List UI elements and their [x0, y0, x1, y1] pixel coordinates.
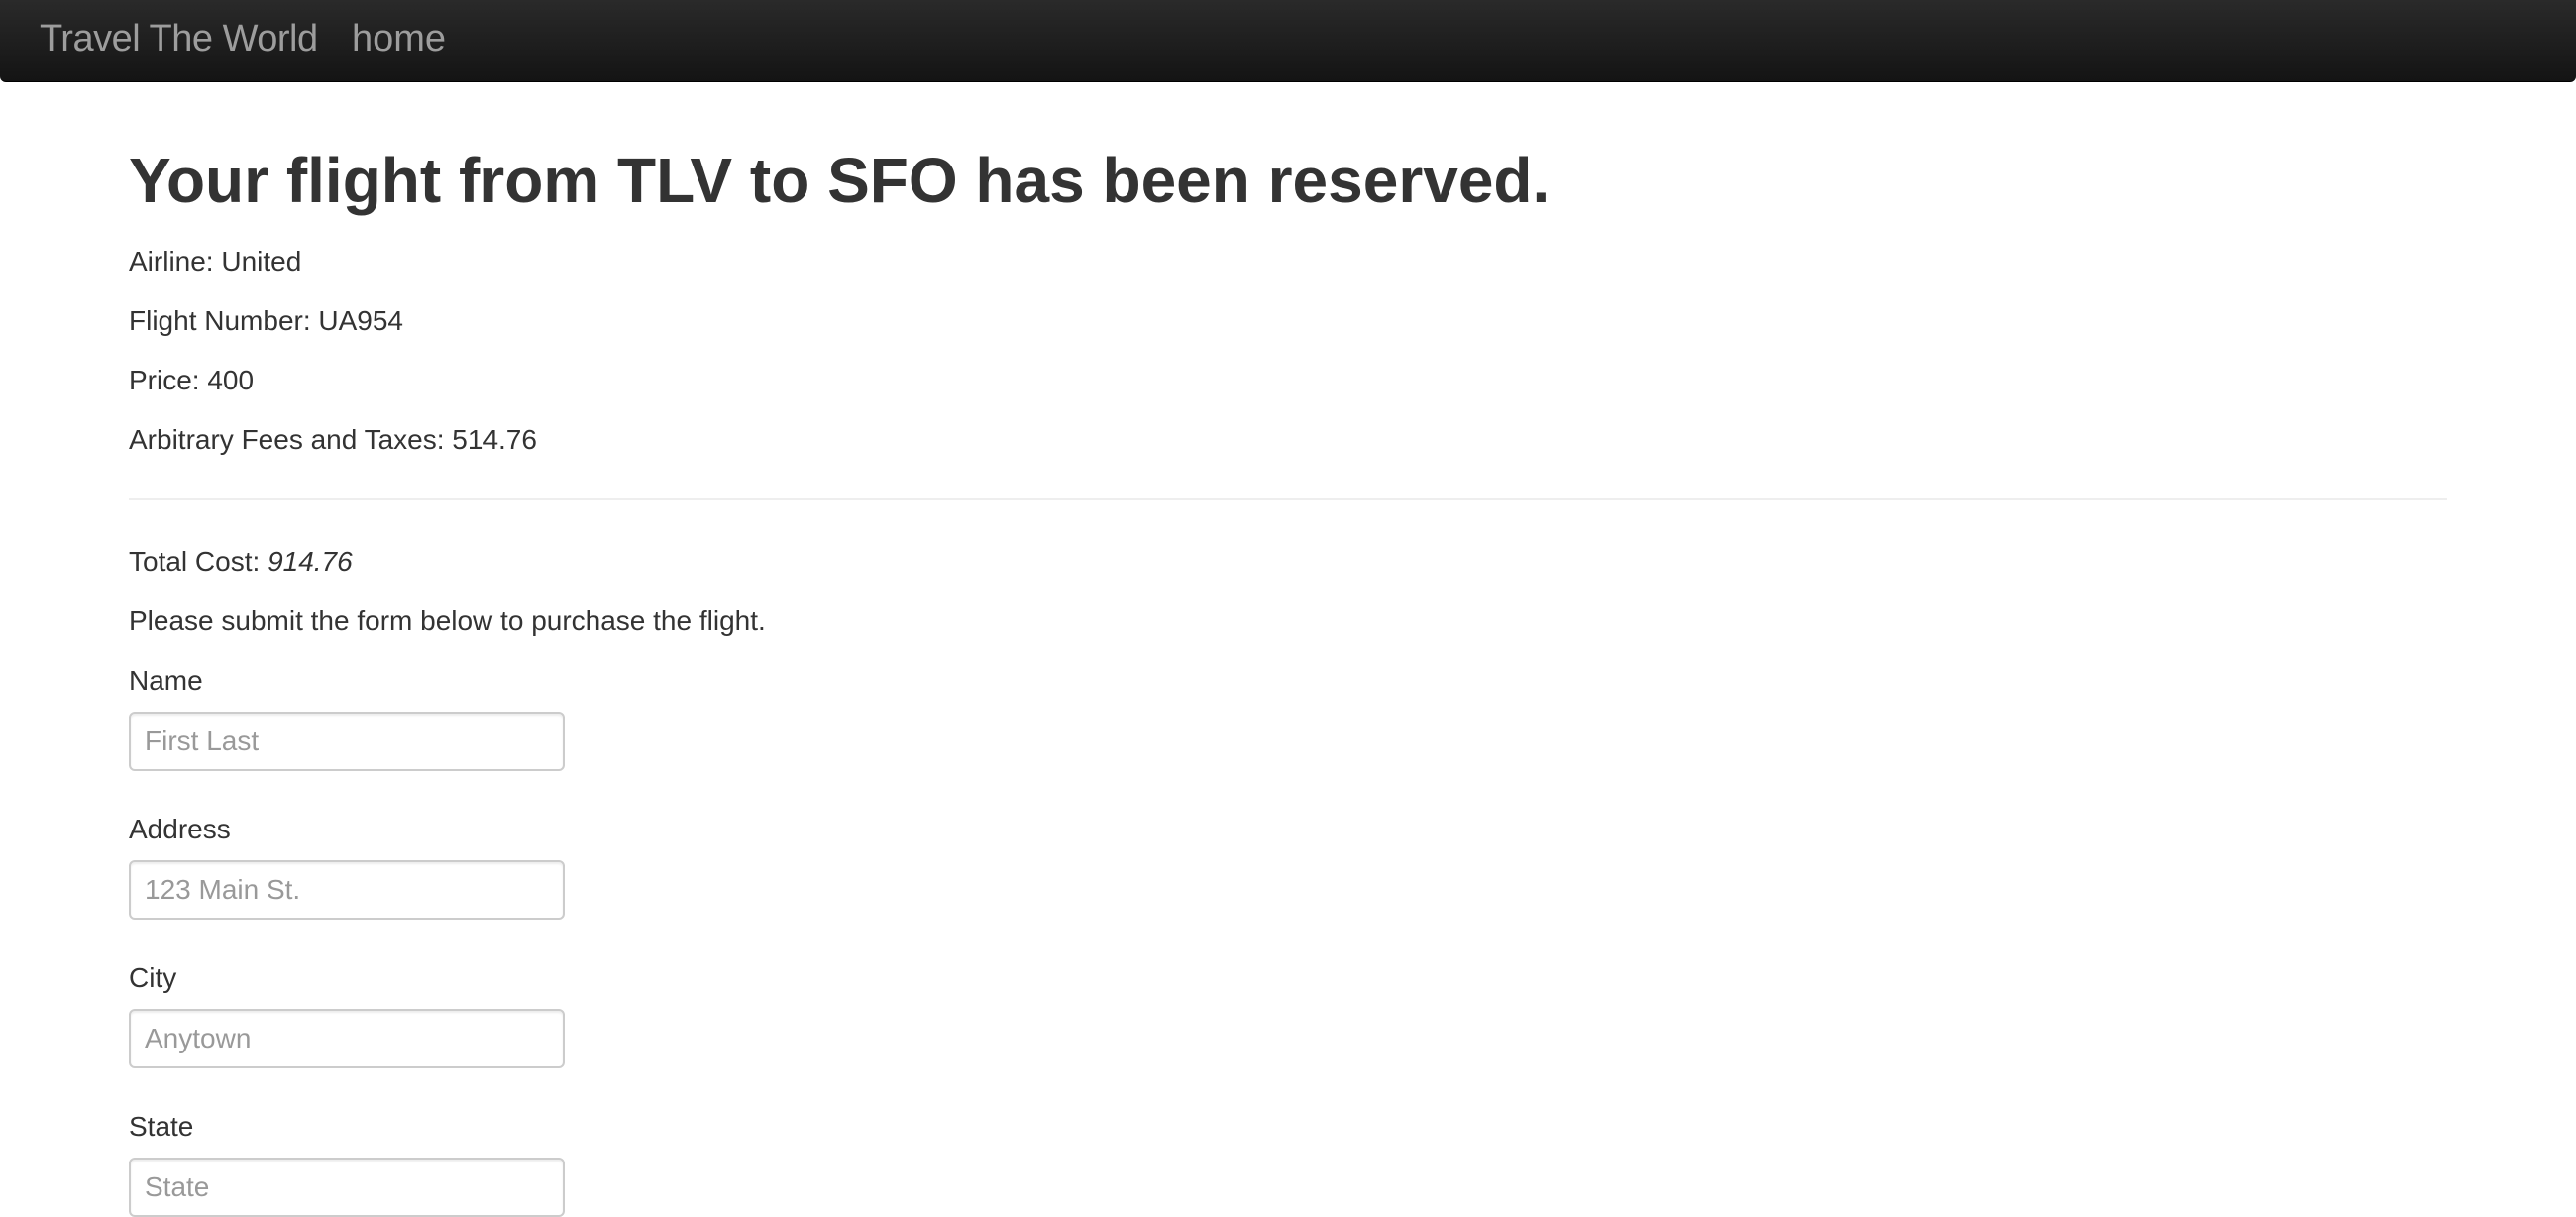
- divider: [129, 498, 2447, 500]
- city-label: City: [129, 962, 177, 993]
- city-input[interactable]: [129, 1009, 565, 1068]
- total-cost-value: 914.76: [268, 546, 353, 577]
- airline-text: Airline: United: [129, 246, 302, 277]
- total-cost: Total Cost: 914.76: [129, 546, 353, 578]
- flight-number-text: Flight Number: UA954: [129, 305, 404, 336]
- total-cost-label: Total Cost:: [129, 546, 261, 577]
- name-input[interactable]: [129, 712, 565, 771]
- home-link[interactable]: home: [352, 18, 446, 60]
- state-input[interactable]: [129, 1158, 565, 1217]
- fees-text: Arbitrary Fees and Taxes: 514.76: [129, 424, 537, 455]
- top-navbar: Travel The World home: [0, 0, 2576, 82]
- name-label: Name: [129, 665, 203, 696]
- state-label: State: [129, 1111, 194, 1142]
- price-text: Price: 400: [129, 365, 255, 395]
- address-input[interactable]: [129, 860, 565, 920]
- page-title: Your flight from TLV to SFO has been res…: [129, 145, 1551, 216]
- purchase-instruction: Please submit the form below to purchase…: [129, 606, 766, 636]
- address-label: Address: [129, 814, 231, 844]
- brand-link[interactable]: Travel The World: [40, 18, 318, 60]
